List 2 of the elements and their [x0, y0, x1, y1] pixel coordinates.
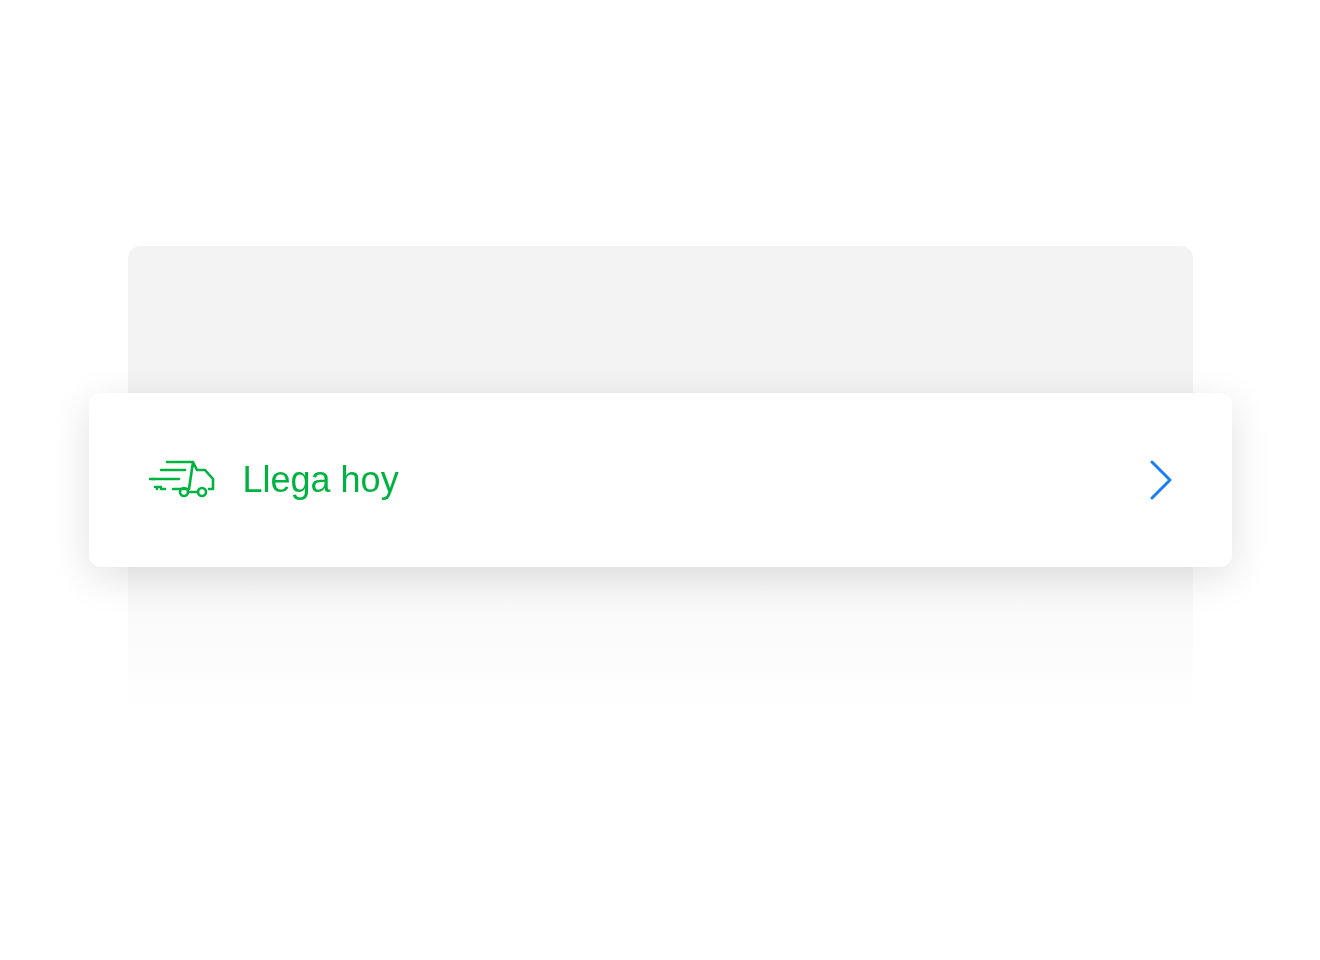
shipping-label: Llega hoy [242, 462, 399, 498]
shipping-option-row[interactable]: Llega hoy [88, 393, 1232, 567]
